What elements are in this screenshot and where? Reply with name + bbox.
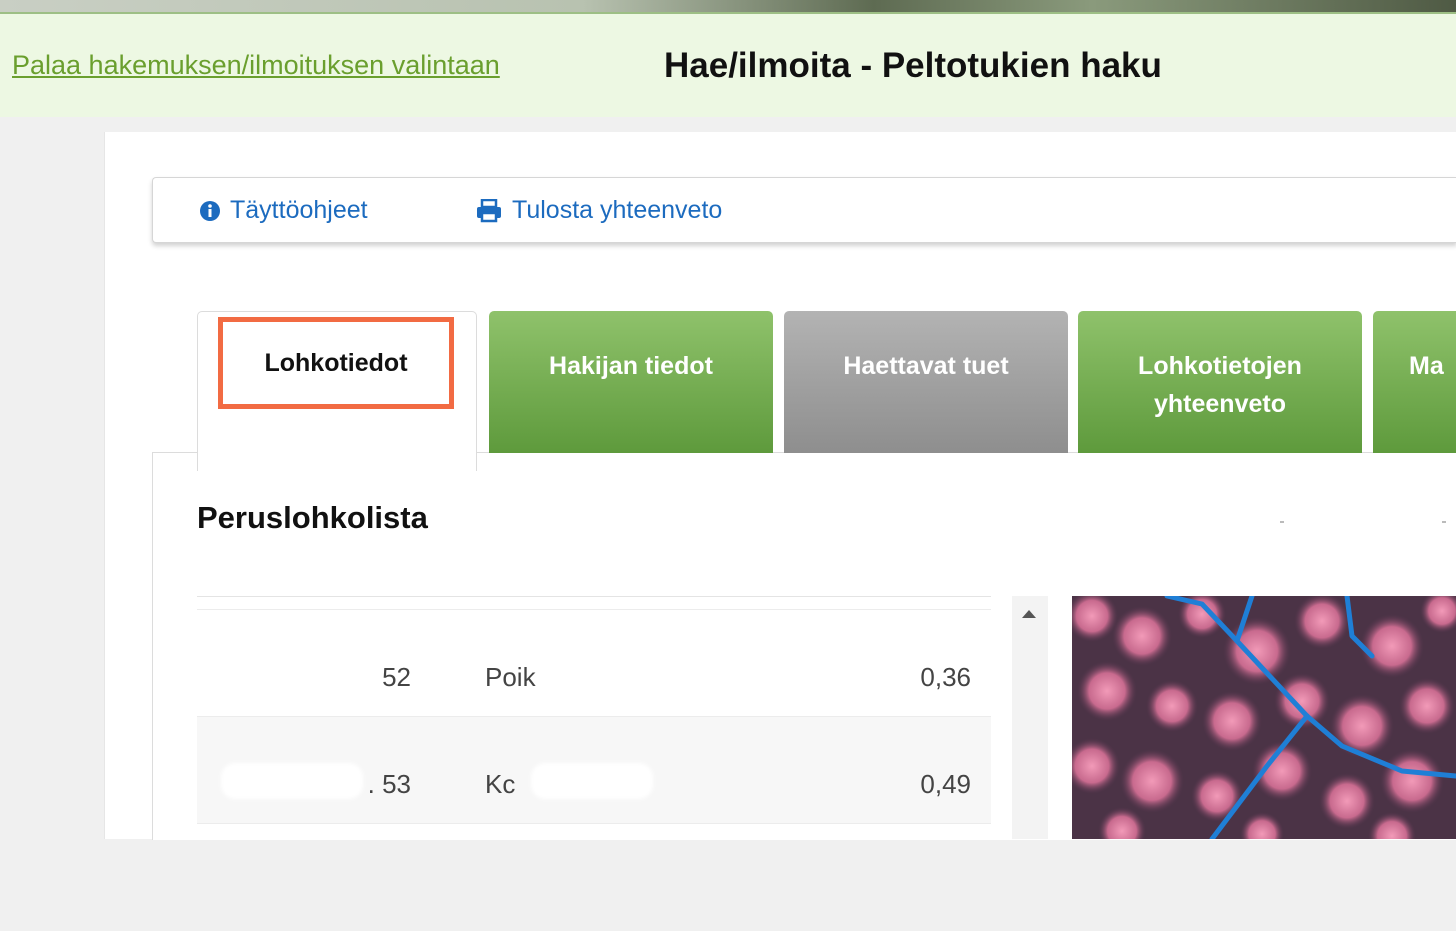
tab-lohkotiedot[interactable]: Lohkotiedot xyxy=(197,311,477,471)
tab-label: Ma xyxy=(1409,352,1444,380)
info-circle-icon xyxy=(199,200,221,222)
tab-partial[interactable]: Ma xyxy=(1373,311,1456,453)
table-row[interactable] xyxy=(197,823,991,931)
help-link[interactable]: Täyttöohjeet xyxy=(199,196,368,225)
tab-label: Haettavat tuet xyxy=(843,352,1009,380)
tab-label: Lohkotietojen yhteenveto xyxy=(1138,352,1302,418)
parcel-list: 52 Poik 0,36 . 53 Kc 0,49 xyxy=(197,596,991,840)
list-scrollbar[interactable] xyxy=(1012,596,1048,839)
toolbar: Täyttöohjeet Tulosta yhteenveto xyxy=(152,177,1456,243)
aerial-map-image xyxy=(1072,596,1456,839)
table-row[interactable]: 52 Poik 0,36 xyxy=(197,609,991,717)
parcel-number: 52 xyxy=(382,662,411,692)
help-link-label: Täyttöohjeet xyxy=(230,196,368,224)
tab-label: Lohkotiedot xyxy=(264,349,408,377)
table-row[interactable]: . 53 Kc 0,49 xyxy=(197,716,991,824)
tab-highlight-box: Lohkotiedot xyxy=(218,317,454,409)
redaction-mask xyxy=(531,763,653,799)
print-summary-link[interactable]: Tulosta yhteenveto xyxy=(475,196,722,225)
section-title: Peruslohkolista xyxy=(197,500,428,535)
parcel-map[interactable] xyxy=(1072,596,1456,839)
printer-icon xyxy=(475,198,503,223)
faint-mark xyxy=(1280,521,1284,523)
page-header: Palaa hakemuksen/ilmoituksen valintaan H… xyxy=(0,12,1456,117)
tab-haettavat-tuet[interactable]: Haettavat tuet xyxy=(784,311,1068,453)
parcel-area: 0,49 xyxy=(920,769,971,799)
parcel-number: . 53 xyxy=(367,769,411,799)
tab-hakijan-tiedot[interactable]: Hakijan tiedot xyxy=(489,311,773,453)
top-banner-strip xyxy=(0,0,1456,12)
back-to-selection-link[interactable]: Palaa hakemuksen/ilmoituksen valintaan xyxy=(12,50,500,81)
page-title: Hae/ilmoita - Peltotukien haku xyxy=(664,46,1162,85)
parcel-name: Kc xyxy=(485,769,516,799)
faint-mark xyxy=(1442,521,1446,523)
print-link-label: Tulosta yhteenveto xyxy=(512,196,723,224)
tab-lohkotietojen-yhteenveto[interactable]: Lohkotietojen yhteenveto xyxy=(1078,311,1362,453)
redaction-mask xyxy=(221,763,363,799)
scroll-up-arrow-icon[interactable] xyxy=(1022,610,1036,618)
tab-label: Hakijan tiedot xyxy=(549,352,713,380)
parcel-name: Poik xyxy=(485,662,536,692)
parcel-area: 0,36 xyxy=(920,662,971,692)
